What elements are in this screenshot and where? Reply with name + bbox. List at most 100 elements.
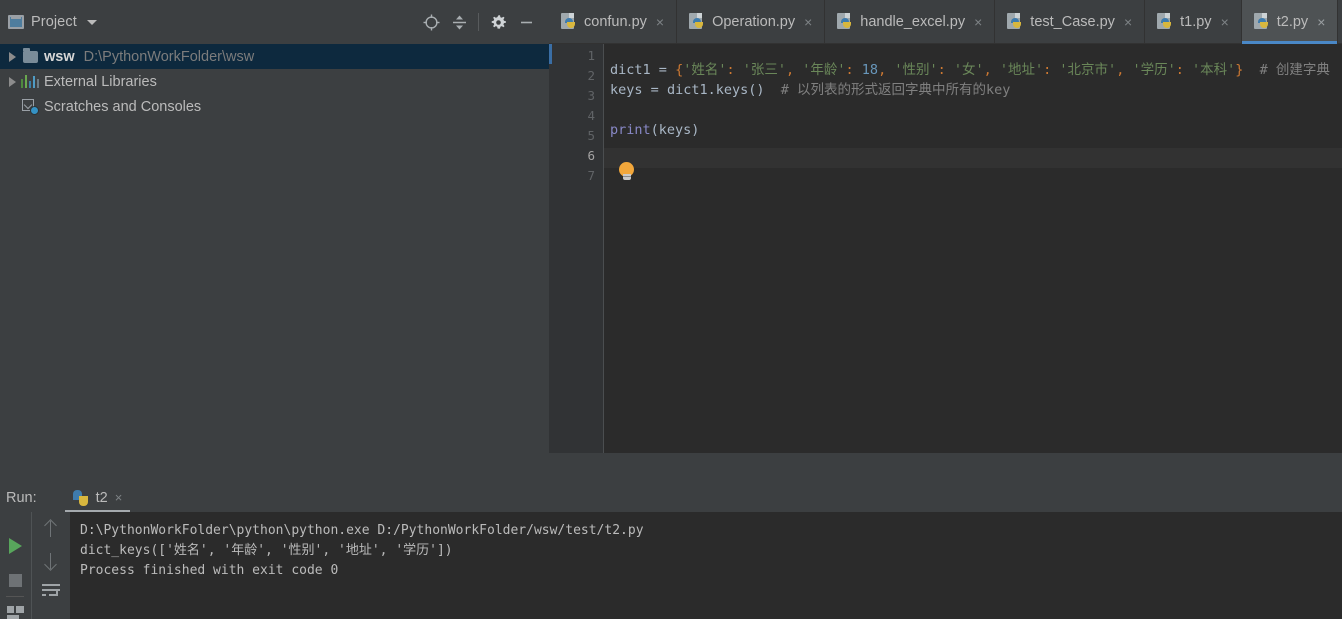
close-icon[interactable]: × <box>1122 15 1134 29</box>
token-colon2: : <box>845 62 862 78</box>
stop-icon[interactable] <box>8 574 22 587</box>
tab-confun-py[interactable]: confun.py × <box>549 0 678 43</box>
close-icon[interactable]: × <box>802 15 814 29</box>
run-console-output[interactable]: D:\PythonWorkFolder\python\python.exe D:… <box>70 512 1342 619</box>
python-file-icon <box>689 13 705 30</box>
python-logo-icon <box>73 489 89 506</box>
close-icon[interactable]: × <box>1315 15 1327 29</box>
token-comma3: , <box>983 62 1000 78</box>
run-panel-body: D:\PythonWorkFolder\python\python.exe D:… <box>0 512 1342 619</box>
token-val-addr: '北京市' <box>1059 62 1117 78</box>
python-file-icon <box>1007 13 1023 30</box>
gear-icon[interactable] <box>484 8 512 36</box>
token-colon1: : <box>726 62 743 78</box>
token-gap2 <box>764 82 780 98</box>
project-panel-header: Project <box>0 0 549 44</box>
run-panel-header: Run: t2 × <box>0 483 1342 512</box>
arrow-down-icon[interactable] <box>44 552 58 570</box>
tree-item-label: Scratches and Consoles <box>44 98 202 115</box>
token-space4 <box>659 82 667 98</box>
project-panel-title: Project <box>31 14 77 30</box>
token-val-age: 18 <box>861 62 879 78</box>
current-line-highlight <box>604 148 1342 168</box>
tree-item-label: wsw <box>44 48 75 65</box>
tree-item-external-libraries[interactable]: External Libraries <box>0 69 549 94</box>
control-divider <box>6 596 24 597</box>
arrow-up-icon[interactable] <box>44 520 58 538</box>
token-key-age: '年龄' <box>802 62 846 78</box>
line-number: 2 <box>587 68 595 83</box>
token-arg-keys: (keys) <box>650 122 700 138</box>
token-colon4: : <box>1043 62 1060 78</box>
python-file-icon <box>1253 13 1270 30</box>
run-tab-t2[interactable]: t2 × <box>64 483 131 512</box>
collapse-all-icon[interactable] <box>445 8 473 36</box>
token-comma1: , <box>786 62 803 78</box>
tree-item-path: D:\PythonWorkFolder\wsw <box>83 48 255 65</box>
line-number: 7 <box>587 168 595 183</box>
tab-overflow-next[interactable] <box>1338 0 1342 43</box>
line-number: 1 <box>587 48 595 63</box>
token-var-keys: keys <box>610 82 643 98</box>
code-line-3: keys = dict1.keys() # 以列表的形式返回字典中所有的key <box>610 80 1010 100</box>
close-icon[interactable]: × <box>115 490 123 505</box>
comment-line-3: # 以列表的形式返回字典中所有的key <box>780 82 1011 98</box>
play-icon[interactable] <box>8 538 22 554</box>
project-tool-window: Project wsw D:\PythonWorkFolder\wsw Exte… <box>0 0 549 477</box>
line-number-current: 6 <box>587 148 595 163</box>
token-gap <box>1243 62 1259 78</box>
token-key-name: '姓名' <box>683 62 727 78</box>
console-line: D:\PythonWorkFolder\python\python.exe D:… <box>80 523 644 538</box>
run-tool-window: Run: t2 × D:\PythonWorkFolder\python\pyt… <box>0 483 1342 619</box>
libraries-bars-icon <box>20 75 40 88</box>
project-panel-toolbar <box>417 0 540 44</box>
token-call-keys: dict1.keys() <box>666 82 765 98</box>
tab-t2-py[interactable]: t2.py × <box>1241 0 1339 44</box>
python-file-icon <box>837 13 853 30</box>
editor-tab-bar: confun.py × Operation.py × handle_excel.… <box>549 0 1342 44</box>
project-window-icon <box>8 15 24 29</box>
tab-label: t1.py <box>1180 13 1212 30</box>
token-colon3: : <box>937 62 954 78</box>
toolbar-divider <box>478 13 479 31</box>
project-title-group[interactable]: Project <box>0 14 97 30</box>
token-space2 <box>667 62 675 78</box>
gutter-marker <box>549 44 552 64</box>
locate-icon[interactable] <box>417 8 445 36</box>
token-fn-print: print <box>610 122 651 138</box>
token-key-edu: '学历' <box>1132 62 1176 78</box>
token-assign2: = <box>650 82 659 98</box>
soft-wrap-icon[interactable] <box>41 584 60 599</box>
tree-item-scratches-and-consoles[interactable]: Scratches and Consoles <box>0 94 549 119</box>
editor-gutter[interactable]: 1 2 3 4 5 6 7 <box>549 44 603 453</box>
tab-test-case-py[interactable]: test_Case.py × <box>995 0 1146 43</box>
layout-icon[interactable] <box>6 606 24 619</box>
minimize-icon[interactable] <box>512 8 540 36</box>
expand-arrow-icon[interactable] <box>4 51 20 62</box>
token-val-sex: '女' <box>953 62 984 78</box>
run-panel-label: Run: <box>6 489 37 506</box>
comment-line-2: # 创建字典 <box>1259 62 1330 78</box>
close-icon[interactable]: × <box>1219 15 1231 29</box>
python-file-icon <box>561 13 577 30</box>
close-icon[interactable]: × <box>654 15 666 29</box>
token-comma2: , <box>878 62 895 78</box>
chevron-down-icon[interactable] <box>86 19 97 25</box>
tab-operation-py[interactable]: Operation.py × <box>677 0 826 43</box>
tab-t1-py[interactable]: t1.py × <box>1145 0 1242 43</box>
code-editor[interactable]: 1 2 3 4 5 6 7 dict1 = {'姓名': '张三', '年龄':… <box>549 44 1342 453</box>
token-space3 <box>643 82 651 98</box>
console-line: Process finished with exit code 0 <box>80 563 339 578</box>
code-text-area[interactable]: dict1 = {'姓名': '张三', '年龄': 18, '性别': '女'… <box>604 44 1342 453</box>
tree-item-wsw[interactable]: wsw D:\PythonWorkFolder\wsw <box>0 44 549 69</box>
tab-handle-excel-py[interactable]: handle_excel.py × <box>825 0 996 43</box>
close-icon[interactable]: × <box>972 15 984 29</box>
expand-arrow-icon[interactable] <box>4 76 20 87</box>
token-key-sex: '性别' <box>894 62 938 78</box>
console-line: dict_keys(['姓名', '年龄', '性别', '地址', '学历']… <box>80 543 453 558</box>
tab-label: handle_excel.py <box>860 13 966 30</box>
run-tab-label: t2 <box>95 489 108 506</box>
lightbulb-icon[interactable] <box>619 162 634 181</box>
line-number: 4 <box>587 108 595 123</box>
